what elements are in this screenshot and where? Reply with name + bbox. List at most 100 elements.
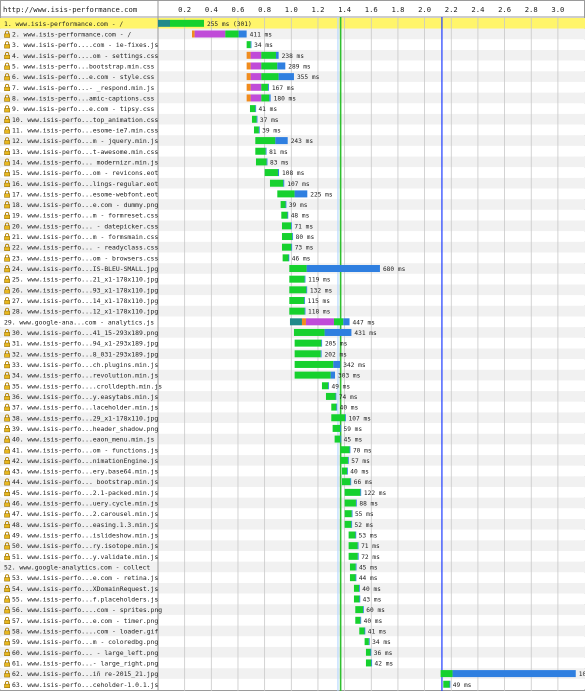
request-row[interactable] (348, 552, 359, 560)
request-row[interactable] (349, 563, 357, 571)
request-row[interactable] (365, 659, 373, 667)
request-row[interactable] (344, 510, 353, 518)
request-row[interactable] (325, 392, 337, 400)
request-row[interactable] (341, 478, 352, 486)
request-row[interactable] (331, 414, 346, 422)
request-row[interactable] (294, 350, 322, 358)
request-label: 32. www.isis-perfo...8_031-293x189.jpg (12, 350, 158, 358)
request-label: 52. www.google-analytics.com - collect (4, 564, 150, 572)
request-row[interactable] (255, 158, 268, 166)
request-row[interactable] (332, 424, 342, 432)
request-row[interactable] (348, 542, 359, 550)
request-row[interactable] (246, 51, 279, 59)
request-row[interactable] (280, 201, 287, 209)
request-row[interactable] (253, 126, 260, 134)
request-row[interactable] (289, 307, 306, 315)
request-row[interactable] (365, 648, 372, 656)
request-row[interactable] (249, 105, 257, 113)
request-row[interactable] (443, 680, 451, 688)
request-row[interactable] (289, 296, 306, 304)
ttfb-bar (281, 211, 288, 219)
request-row[interactable] (246, 83, 269, 91)
download-bar (287, 211, 289, 219)
ttfb-bar (281, 222, 292, 230)
duration-label: 40 ms (364, 618, 383, 625)
duration-label: 66 ms (354, 479, 373, 486)
request-label: 44. www.isis-perfo... bootstrap.min.js (12, 478, 158, 486)
download-bar (345, 414, 346, 422)
x-tick-label: 2.6 (498, 5, 511, 14)
request-row[interactable] (359, 627, 366, 635)
request-row[interactable] (294, 371, 336, 379)
request-row[interactable] (246, 94, 271, 102)
request-row[interactable] (246, 62, 286, 70)
x-tick-label: 1.4 (338, 5, 351, 14)
request-row[interactable] (289, 265, 380, 273)
request-row[interactable] (349, 574, 357, 582)
request-row[interactable] (289, 286, 308, 294)
request-row[interactable] (289, 318, 350, 326)
download-bar (265, 147, 267, 155)
download-bar (304, 275, 306, 283)
x-tick-label: 0.6 (231, 5, 244, 14)
duration-label: 205 ms (325, 341, 348, 348)
download-bar (291, 222, 292, 230)
request-row[interactable] (277, 190, 308, 198)
duration-label: 45 ms (344, 437, 363, 444)
download-bar (343, 318, 350, 326)
request-row[interactable] (289, 275, 306, 283)
ttfb-bar (294, 339, 322, 347)
request-row[interactable] (340, 456, 349, 464)
request-row[interactable] (269, 179, 285, 187)
request-row[interactable] (355, 616, 362, 624)
duration-label: 71 ms (361, 543, 380, 550)
request-row[interactable] (364, 638, 370, 646)
request-label: 60. www.isis-perfo... - large_left.png (12, 649, 158, 657)
request-row[interactable] (321, 382, 330, 390)
request-row[interactable] (281, 243, 293, 251)
request-row[interactable] (344, 499, 357, 507)
request-label: 9. www.isis-perfo...e.com - tipsy.css (12, 105, 155, 113)
request-row[interactable] (440, 670, 576, 678)
download-bar (328, 382, 330, 390)
duration-label: 44 ms (359, 575, 378, 582)
request-label: 25. www.isis-perfo...21_x1-178x110.jpg (12, 276, 158, 284)
request-row[interactable] (255, 137, 288, 145)
download-bar (330, 371, 336, 379)
request-row[interactable] (355, 606, 364, 614)
request-row[interactable] (293, 328, 352, 336)
x-tick-label: 2.2 (445, 5, 458, 14)
request-row[interactable] (353, 584, 360, 592)
request-row[interactable] (344, 488, 362, 496)
request-row[interactable] (348, 531, 357, 539)
request-row[interactable] (331, 403, 338, 411)
request-row[interactable] (353, 595, 361, 603)
request-label: 4. www.isis-perfo....om - settings.css (12, 52, 158, 60)
request-row[interactable] (246, 41, 252, 49)
request-label: 55. www.isis-perfo...f.placeholders.js (12, 596, 158, 604)
request-row[interactable] (281, 211, 289, 219)
download-bar (277, 62, 286, 70)
duration-label: 289 ms (288, 64, 311, 71)
download-bar (321, 339, 323, 347)
request-row[interactable] (294, 360, 341, 368)
request-row[interactable] (191, 30, 247, 38)
request-row[interactable] (255, 147, 267, 155)
request-row[interactable] (341, 467, 348, 475)
request-row[interactable] (281, 222, 292, 230)
ttfb-bar (169, 19, 204, 27)
download-bar (333, 360, 341, 368)
request-row[interactable] (334, 435, 342, 443)
request-row[interactable] (340, 446, 351, 454)
request-row[interactable] (281, 233, 294, 241)
download-bar (266, 158, 268, 166)
duration-label: 72 ms (361, 554, 380, 561)
request-row[interactable] (251, 115, 258, 123)
duration-label: 225 ms (310, 191, 333, 198)
request-row[interactable] (246, 73, 294, 81)
request-row[interactable] (264, 169, 280, 177)
request-row[interactable] (282, 254, 290, 262)
request-row[interactable] (294, 339, 323, 347)
request-row[interactable] (158, 19, 204, 27)
request-row[interactable] (344, 520, 353, 528)
